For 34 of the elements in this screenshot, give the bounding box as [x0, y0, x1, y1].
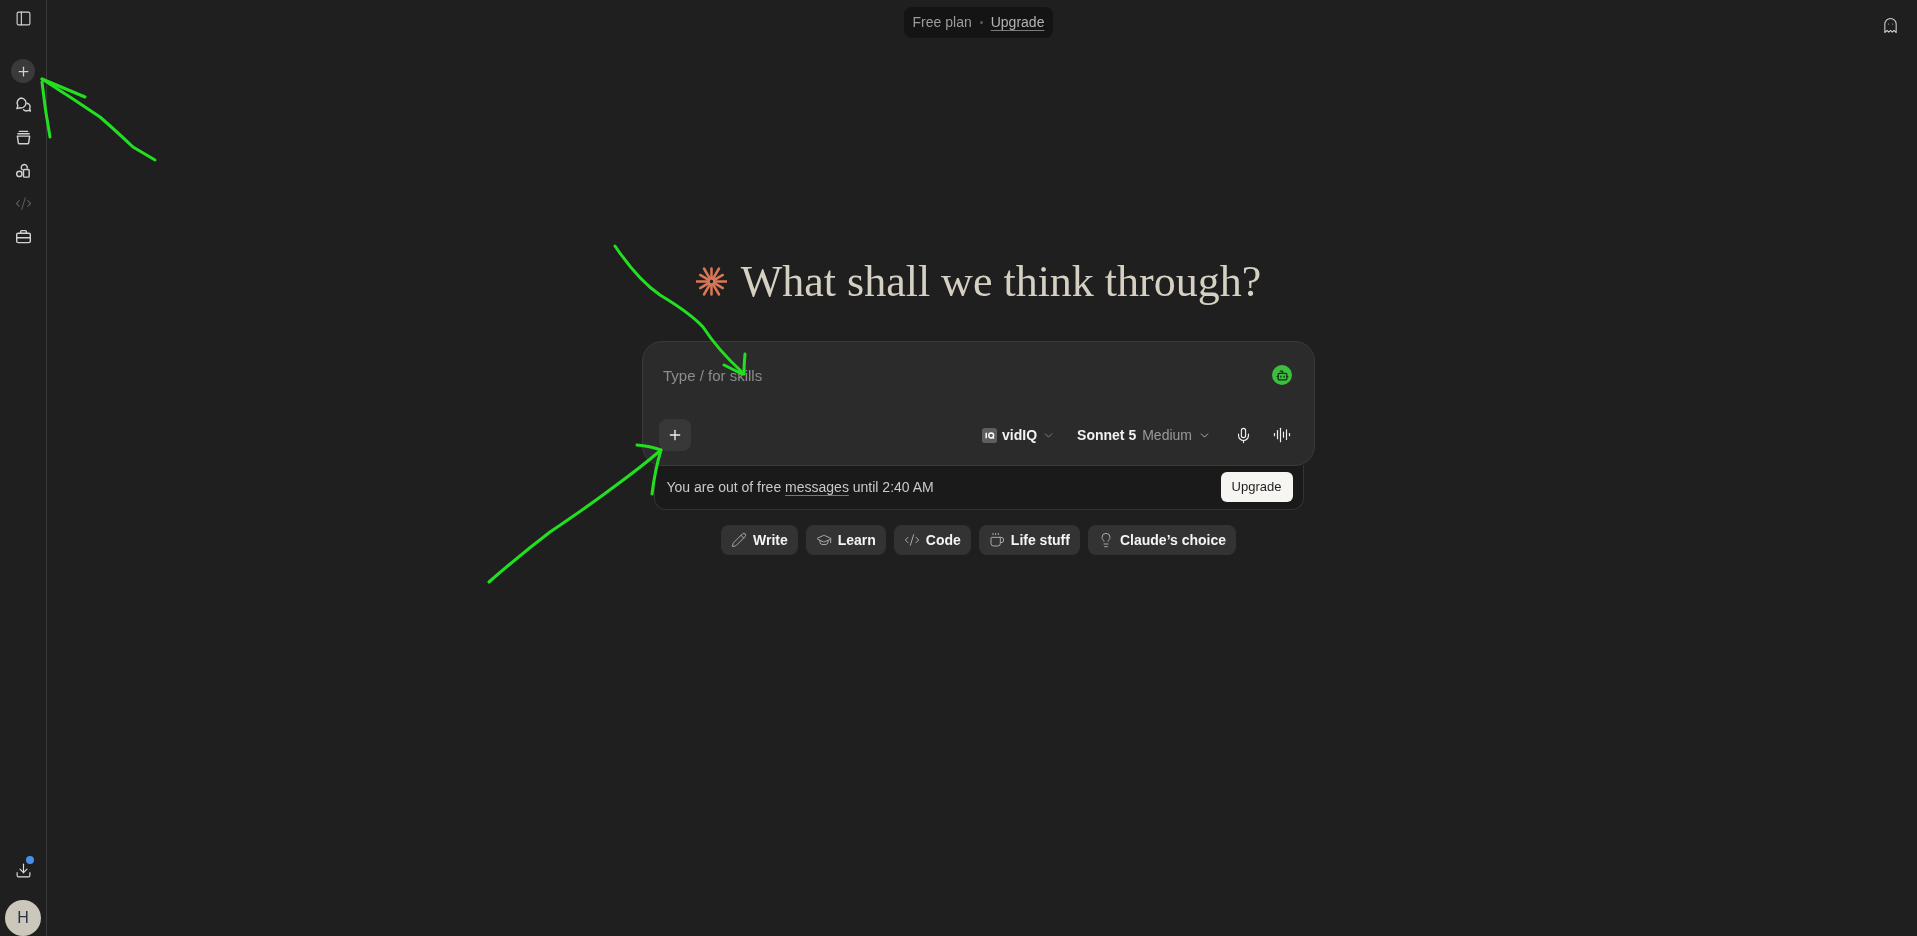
plus-icon [667, 427, 683, 443]
prompt-chip[interactable]: Learn [805, 525, 886, 555]
pencil-icon [730, 532, 747, 548]
prompt-chip[interactable]: Code [893, 525, 971, 555]
prompt-chip[interactable]: Life stuff [978, 525, 1080, 555]
code-icon [903, 532, 920, 548]
prompt-chip[interactable]: Claude’s choice [1087, 525, 1237, 555]
chat-bubbles-icon [14, 96, 32, 113]
connector-icon [982, 427, 998, 443]
graduation-cap-icon [815, 532, 832, 548]
user-avatar[interactable]: H [5, 900, 41, 936]
sound-wave-icon [1273, 426, 1291, 444]
plus-icon [15, 63, 31, 79]
new-chat-button[interactable] [11, 59, 35, 83]
messages-link[interactable]: messages [785, 478, 849, 495]
model-dropdown[interactable]: Sonnet 5 Medium [1073, 420, 1215, 450]
upgrade-button[interactable]: Upgrade [1220, 472, 1293, 502]
prompt-chip[interactable]: Write [720, 525, 798, 555]
ghost-icon [1881, 16, 1899, 34]
download-icon [14, 861, 32, 879]
add-button[interactable] [659, 419, 691, 451]
robot-icon[interactable] [1272, 365, 1292, 385]
shapes-icon [14, 162, 32, 179]
limit-message: You are out of free messages until 2:40 AM [666, 477, 934, 497]
panel-icon [14, 9, 32, 27]
toolbox-icon [14, 228, 32, 245]
stacked-tray-icon [14, 129, 32, 146]
coffee-cup-icon [988, 532, 1005, 548]
greeting-heading: What shall we think through? [740, 256, 1262, 308]
connector-dropdown[interactable]: vidIQ [978, 420, 1060, 450]
upgrade-link[interactable]: Upgrade [990, 12, 1045, 33]
code-icon [14, 195, 32, 212]
spark-logo-icon [695, 266, 727, 297]
plan-label: Free plan [912, 13, 972, 32]
